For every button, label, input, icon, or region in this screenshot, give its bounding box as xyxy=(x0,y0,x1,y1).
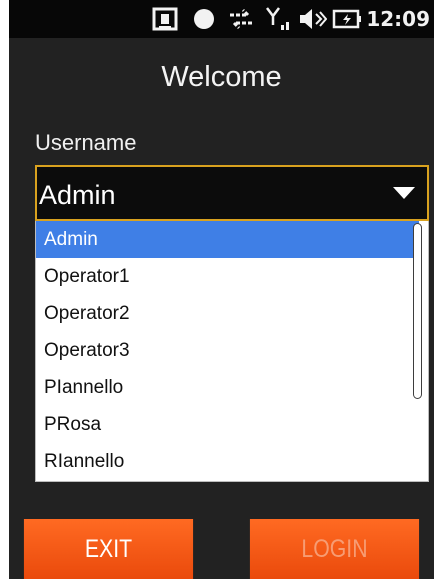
clock-time: 12:09 xyxy=(366,7,430,31)
status-bar: 12:09 xyxy=(9,0,434,38)
scrollbar-thumb[interactable] xyxy=(413,223,422,399)
option-operator3[interactable]: Operator3 xyxy=(36,332,419,369)
app-screen: 12:09 Welcome Username Admin Admin Opera… xyxy=(9,0,434,579)
option-operator2[interactable]: Operator2 xyxy=(36,295,419,332)
page-title: Welcome xyxy=(161,61,282,93)
username-options-list[interactable]: Admin Operator1 Operator2 Operator3 PIan… xyxy=(35,221,429,482)
username-dropdown[interactable]: Admin xyxy=(35,165,429,221)
option-operator1[interactable]: Operator1 xyxy=(36,258,419,295)
list-scrollbar[interactable] xyxy=(413,223,422,399)
exit-button[interactable]: EXIT xyxy=(23,519,194,579)
option-prosa[interactable]: PRosa xyxy=(36,406,419,443)
username-label: Username xyxy=(35,130,137,155)
option-piannello[interactable]: PIannello xyxy=(36,369,419,406)
chevron-down-icon[interactable] xyxy=(393,187,415,199)
connectivity-icon xyxy=(148,0,182,38)
signal-icon xyxy=(262,0,292,38)
battery-icon xyxy=(331,0,363,38)
option-riannello[interactable]: RIannello xyxy=(36,443,419,480)
record-icon xyxy=(190,0,218,38)
volume-icon xyxy=(296,0,328,38)
option-admin[interactable]: Admin xyxy=(36,221,419,258)
username-selected-value: Admin xyxy=(39,180,116,210)
login-button[interactable]: LOGIN xyxy=(249,519,420,579)
sync-icon xyxy=(225,0,257,38)
